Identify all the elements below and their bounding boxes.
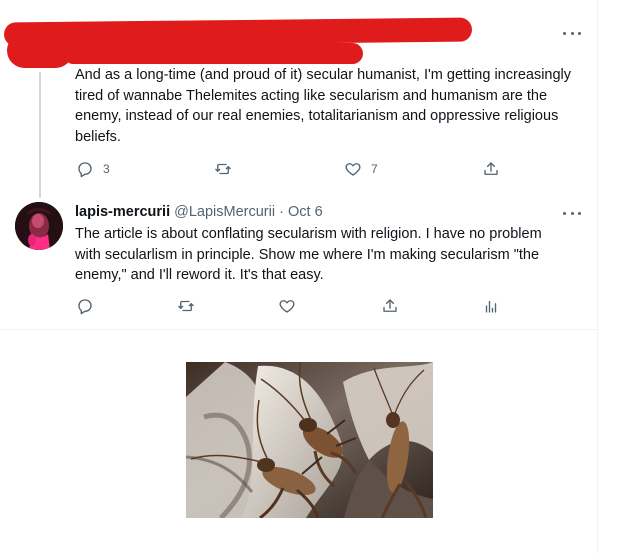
reply-icon (78, 162, 92, 178)
analytics-button[interactable] (482, 297, 500, 315)
share-icon (484, 162, 498, 175)
share-icon (383, 299, 397, 312)
like-button[interactable]: 7 (344, 160, 378, 178)
retweet-icon (215, 163, 231, 175)
tweet-date[interactable]: Oct 6 (288, 204, 323, 220)
analytics-icon (485, 300, 497, 313)
reply-icon (78, 299, 92, 315)
more-options-icon[interactable] (563, 29, 581, 37)
reply-button[interactable] (76, 297, 94, 315)
retweet-button[interactable] (214, 160, 232, 178)
avatar[interactable] (15, 202, 63, 250)
parent-tweet-text: And as a long-time (and proud of it) sec… (75, 67, 572, 145)
tweet-thread-screenshot: And as a long-time (and proud of it) sec… (0, 0, 619, 554)
share-button[interactable] (482, 160, 500, 178)
display-name[interactable]: lapis-mercurii (75, 204, 170, 220)
like-button[interactable] (278, 297, 296, 315)
like-count: 7 (371, 162, 378, 176)
timeline-border (597, 0, 598, 554)
share-button[interactable] (381, 297, 399, 315)
crickets-image (186, 362, 433, 518)
redacted-handle (63, 43, 363, 64)
user-handle[interactable]: @LapisMercurii (174, 204, 275, 220)
like-icon (345, 163, 361, 176)
reply-count: 3 (103, 162, 110, 176)
profile-photo (15, 202, 63, 250)
retweet-icon (178, 300, 194, 312)
cricket-photo[interactable] (186, 362, 433, 518)
reply-more-options-icon[interactable] (563, 209, 581, 217)
thread-connector-line (39, 72, 41, 198)
like-icon (279, 300, 295, 313)
date-separator: · (279, 204, 284, 220)
tweet-divider (0, 329, 597, 330)
retweet-button[interactable] (177, 297, 195, 315)
reply-tweet-text: The article is about conflating seculari… (75, 226, 542, 283)
reply-button[interactable]: 3 (76, 160, 110, 178)
reply-tweet-header: lapis-mercurii @LapisMercurii · Oct 6 (75, 203, 323, 221)
